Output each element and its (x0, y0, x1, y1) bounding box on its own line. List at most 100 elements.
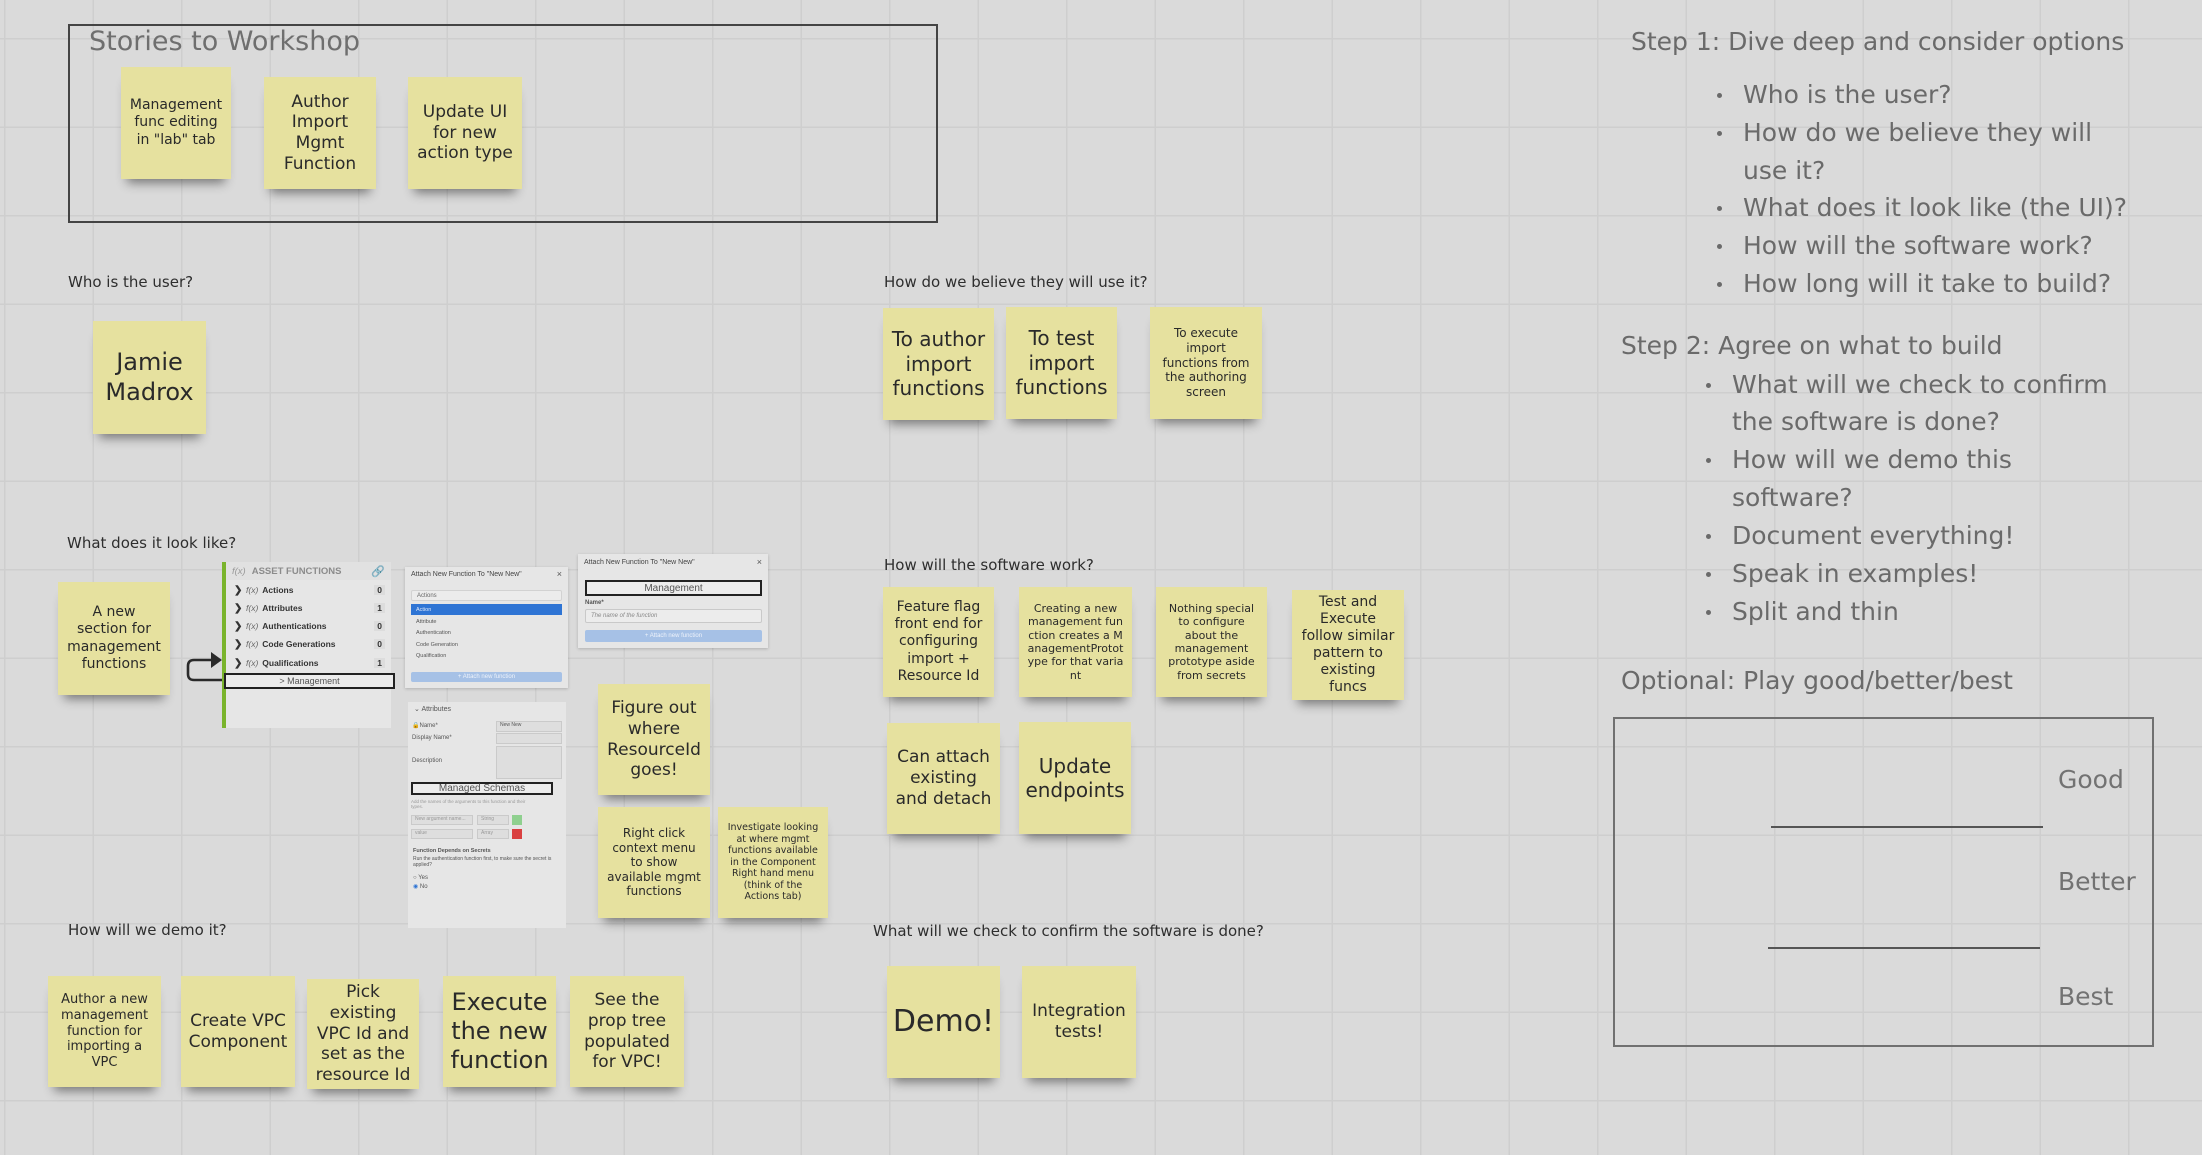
step1-bullet-continuation: use it? (1743, 156, 1826, 185)
divider-line (1768, 947, 2040, 949)
sticky-note[interactable]: Update endpoints (1019, 722, 1131, 834)
delete-argument-button (512, 829, 522, 839)
sticky-note[interactable]: Pick existing VPC Id and set as the reso… (307, 979, 419, 1089)
radio-yes: ○ Yes (413, 875, 428, 881)
section-label-look: What does it look like? (67, 534, 237, 552)
sticky-note[interactable]: Update UI for new action type (408, 77, 522, 189)
step2-bullet: Document everything! (1732, 521, 2015, 550)
asset-row-label: Attributes (262, 603, 303, 613)
asset-row-attributes: ❯ f(x) Attributes 1 (234, 601, 385, 615)
radio-empty-icon: ○ (413, 875, 417, 881)
sticky-note[interactable]: Execute the new function (443, 976, 556, 1087)
chevron-right-icon: ❯ (234, 584, 243, 596)
chevron-right-icon: ❯ (234, 638, 243, 650)
link-icon: 🔗 (371, 565, 385, 578)
close-icon: × (556, 569, 562, 579)
sticky-note[interactable]: To test import functions (1006, 307, 1117, 419)
sticky-note[interactable]: Right click context menu to show availab… (598, 807, 710, 918)
display-name-label: Display Name* (412, 735, 452, 741)
function-icon: f(x) (246, 585, 259, 595)
asset-row-qualifications: ❯ f(x) Qualifications 1 (234, 656, 385, 670)
function-kind-select: Actions (411, 590, 562, 601)
function-name-input: The name of the function (585, 609, 762, 623)
section-label-how-use: How do we believe they will use it? (884, 273, 1148, 291)
dropdown-option: Qualification (416, 652, 447, 659)
asset-row-count: 0 (374, 639, 385, 649)
bullet-icon (1706, 383, 1711, 388)
sticky-note[interactable]: Test and Execute follow similar pattern … (1292, 590, 1404, 700)
sticky-note[interactable]: Investigate looking at where mgmt functi… (718, 807, 828, 918)
level-best: Best (2058, 982, 2114, 1011)
step2-bullet: What will we check to confirm (1732, 370, 2108, 399)
loop-arrow-icon (186, 652, 222, 682)
sticky-note[interactable]: Creating a new management function creat… (1019, 587, 1132, 697)
sticky-note[interactable]: Can attach existing and detach (887, 723, 1000, 834)
asset-functions-mockup: f(x) ASSET FUNCTIONS 🔗 ❯ f(x) Actions 0 … (222, 562, 395, 728)
step2-bullet: Speak in examples! (1732, 559, 1979, 588)
step2-bullet: How will we demo this (1732, 445, 2012, 474)
management-section-highlight: > Management (224, 673, 395, 689)
managed-schemas-highlight: Managed Schemas (411, 782, 553, 795)
bullet-icon (1717, 206, 1722, 211)
step1-bullet: Who is the user? (1743, 80, 1952, 109)
step1-bullet: How will the software work? (1743, 231, 2093, 260)
section-label-work: How will the software work? (884, 556, 1094, 574)
asset-row-label: Code Generations (262, 639, 336, 649)
sticky-note[interactable]: Author a new management function for imp… (48, 976, 161, 1087)
argument-name-input: New argument name... (411, 815, 473, 825)
sticky-note[interactable]: Create VPC Component (181, 976, 295, 1087)
attributes-panel-mockup: ⌄ Attributes 🔒Name* New New Display Name… (408, 702, 566, 928)
step2-title: Step 2: Agree on what to build (1621, 331, 2003, 360)
chevron-right-icon: ❯ (234, 657, 243, 669)
name-label: 🔒Name* (412, 722, 438, 729)
function-icon: f(x) (246, 603, 259, 613)
name-label-text: Name* (419, 723, 438, 729)
sticky-note[interactable]: To execute import functions from the aut… (1150, 307, 1262, 419)
sticky-note[interactable]: Integration tests! (1022, 966, 1136, 1078)
sticky-note[interactable]: To author import functions (883, 308, 994, 420)
asset-row-count: 1 (374, 658, 385, 668)
function-icon: f(x) (246, 621, 259, 631)
argument-type-select: String (477, 815, 509, 825)
step1-title: Step 1: Dive deep and consider options (1631, 27, 2125, 56)
bullet-icon (1706, 610, 1711, 615)
step2-bullet: Split and thin (1732, 597, 1899, 626)
bullet-icon (1706, 572, 1711, 577)
section-label-demo: How will we demo it? (68, 921, 227, 939)
dropdown-option: Attribute (416, 618, 437, 625)
dialog-title: Attach New Function To "New New" (584, 559, 695, 566)
chevron-right-icon: ❯ (234, 620, 243, 632)
section-label-done: What will we check to confirm the softwa… (873, 922, 1264, 940)
sticky-note[interactable]: See the prop tree populated for VPC! (570, 976, 684, 1087)
schemas-help-text: Add the names of the arguments to this f… (411, 799, 526, 809)
sticky-note[interactable]: Jamie Madrox (93, 321, 206, 434)
function-icon: f(x) (246, 639, 259, 649)
sticky-note[interactable]: A new section for management functions (58, 582, 170, 695)
sticky-note[interactable]: Nothing special to configure about the m… (1156, 587, 1267, 697)
sticky-note[interactable]: Figure out where ResourceId goes! (598, 684, 710, 795)
value-input: value (411, 829, 473, 839)
attributes-header-label: Attributes (421, 706, 452, 713)
attach-function-button: + Attach new function (585, 630, 762, 642)
sticky-note[interactable]: Demo! (887, 966, 1000, 1078)
function-icon: f(x) (232, 565, 246, 577)
attach-function-button: + Attach new function (411, 672, 562, 682)
step2-bullet-continuation: software? (1732, 483, 1853, 512)
bullet-icon (1706, 458, 1711, 463)
step1-bullet: How long will it take to build? (1743, 269, 2112, 298)
name-label: Name* (585, 600, 604, 606)
close-icon: × (756, 557, 762, 567)
asset-row-code-generations: ❯ f(x) Code Generations 0 (234, 637, 385, 651)
sticky-note[interactable]: Feature flag front end for configuring i… (883, 587, 994, 697)
sticky-note[interactable]: Author Import Mgmt Function (264, 77, 376, 189)
asset-row-count: 1 (374, 603, 385, 613)
sticky-note[interactable]: Management func editing in "lab" tab (121, 67, 231, 179)
asset-row-label: Actions (262, 585, 294, 595)
level-better: Better (2058, 867, 2136, 896)
secrets-title: Function Depends on Secrets (413, 848, 491, 854)
radio-no-label: No (419, 884, 428, 890)
step1-bullet: How do we believe they will (1743, 118, 2093, 147)
asset-row-count: 0 (374, 585, 385, 595)
bullet-icon (1717, 282, 1722, 287)
dialog-title: Attach New Function To "New New" (411, 571, 522, 578)
